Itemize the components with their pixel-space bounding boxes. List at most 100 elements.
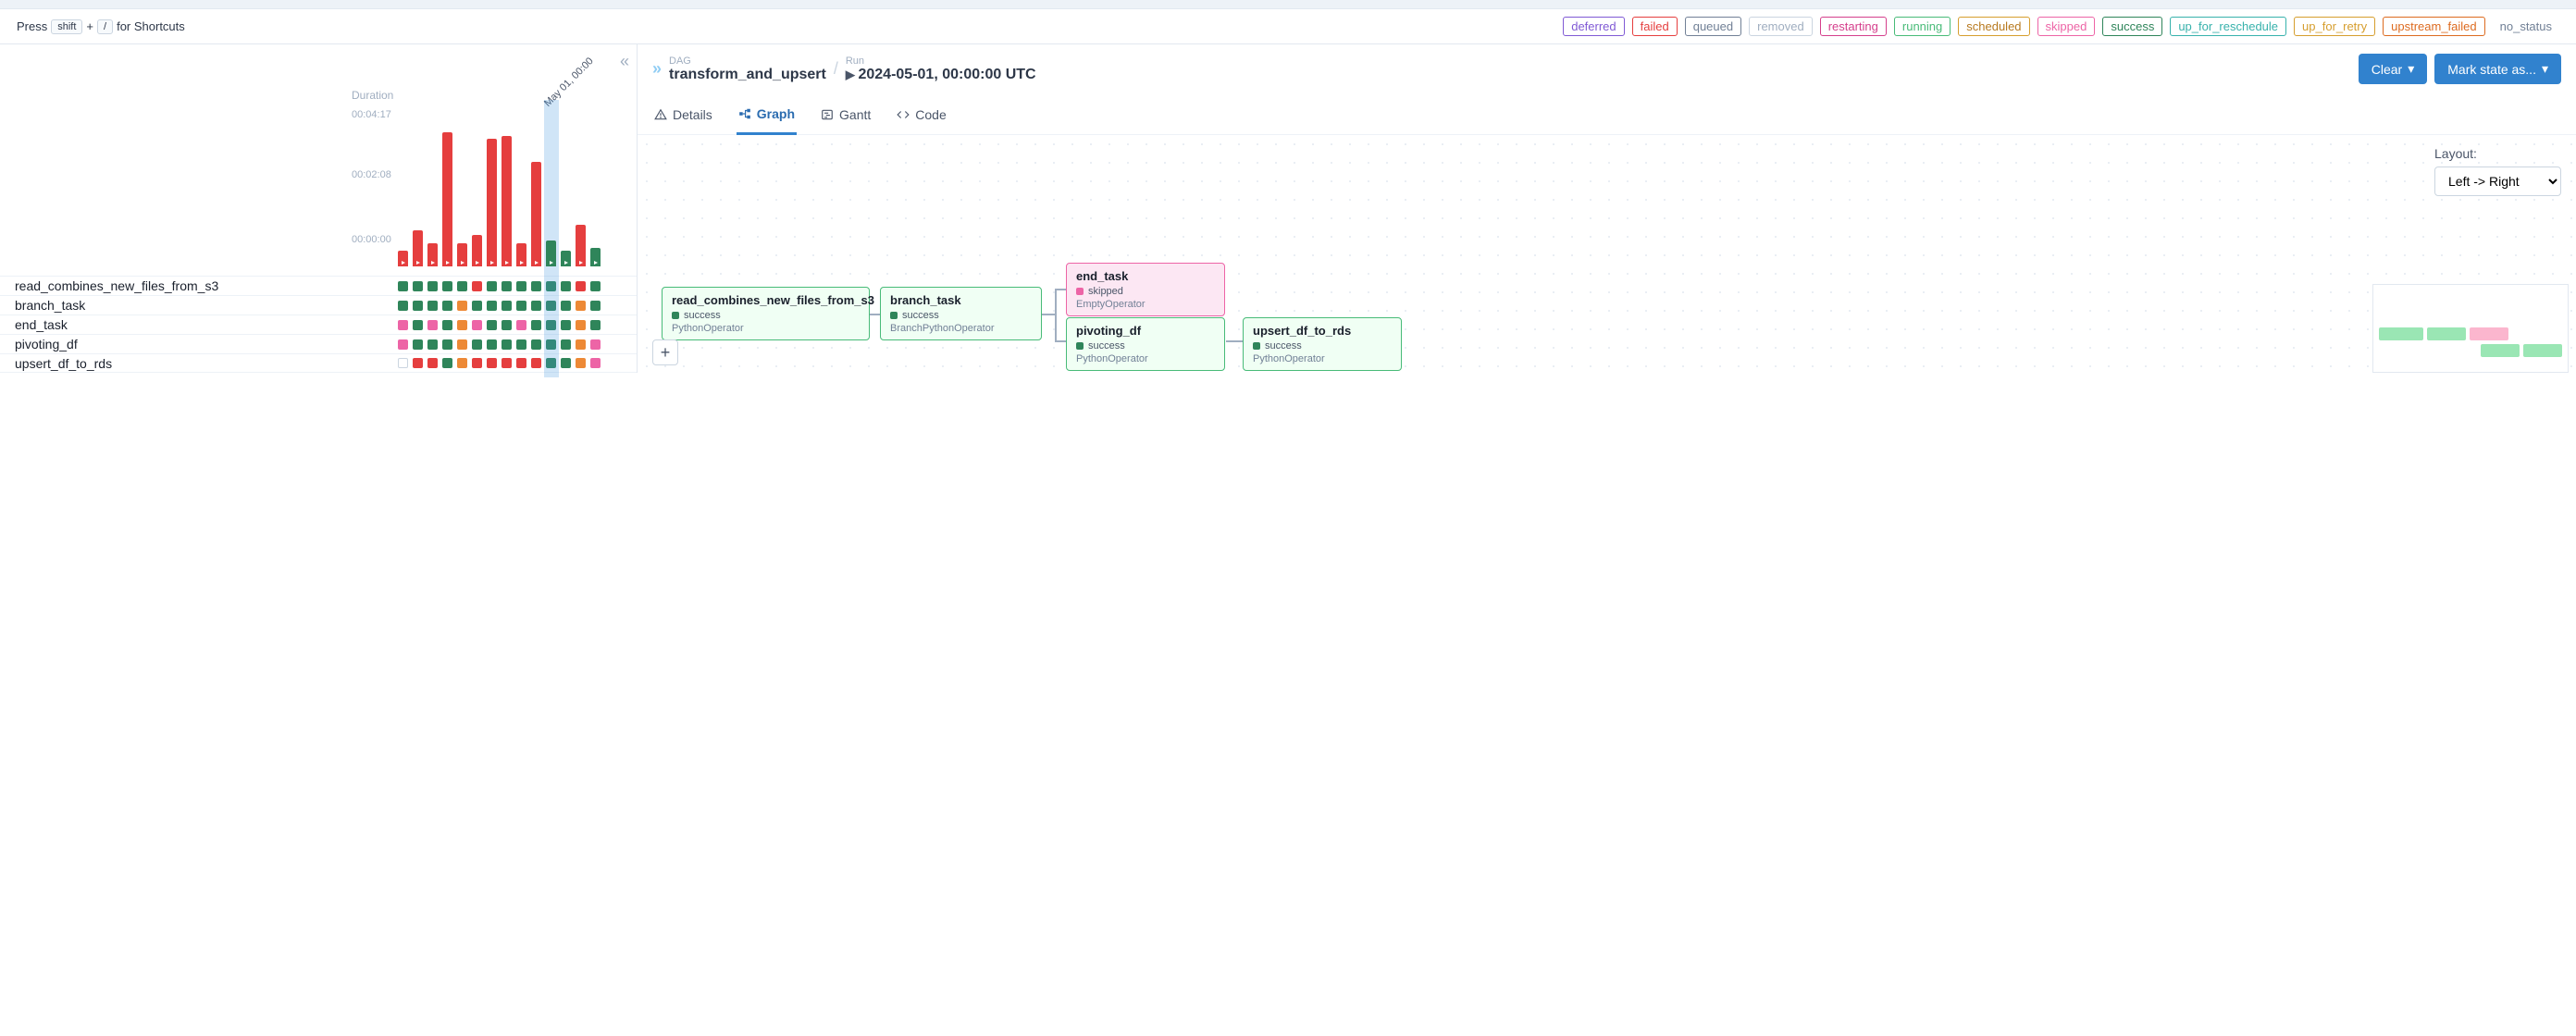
task-cell[interactable] (576, 281, 586, 291)
task-cell[interactable] (531, 358, 541, 368)
task-cell[interactable] (576, 358, 586, 368)
task-cell[interactable] (531, 320, 541, 330)
task-cell[interactable] (413, 301, 423, 311)
run-bar[interactable] (531, 162, 541, 266)
task-cell[interactable] (516, 358, 526, 368)
task-cell[interactable] (398, 301, 408, 311)
legend-failed[interactable]: failed (1632, 17, 1678, 36)
task-cell[interactable] (487, 281, 497, 291)
task-cell[interactable] (590, 320, 601, 330)
task-row[interactable]: end_task (0, 314, 637, 334)
legend-queued[interactable]: queued (1685, 17, 1741, 36)
layout-select[interactable]: Left -> Right (2434, 166, 2561, 196)
task-cell[interactable] (576, 301, 586, 311)
task-cell[interactable] (516, 339, 526, 350)
tab-gantt[interactable]: Gantt (819, 101, 873, 134)
task-row[interactable]: read_combines_new_files_from_s3 (0, 276, 637, 295)
task-cell[interactable] (457, 358, 467, 368)
legend-no_status[interactable]: no_status (2493, 18, 2559, 35)
task-cell[interactable] (502, 339, 512, 350)
task-cell[interactable] (472, 301, 482, 311)
node-upsert[interactable]: upsert_df_to_rds success PythonOperator (1243, 317, 1402, 371)
tab-details[interactable]: Details (652, 101, 714, 134)
minimap[interactable] (2372, 284, 2569, 373)
legend-scheduled[interactable]: scheduled (1958, 17, 2029, 36)
task-cell[interactable] (413, 281, 423, 291)
graph-canvas[interactable]: Layout: Left -> Right read_combines_new_… (638, 135, 2576, 373)
node-pivot[interactable]: pivoting_df success PythonOperator (1066, 317, 1225, 371)
bc-dag-name[interactable]: transform_and_upsert (669, 67, 826, 83)
task-cell[interactable] (442, 339, 452, 350)
task-cell[interactable] (502, 281, 512, 291)
run-bar[interactable] (398, 251, 408, 266)
task-cell[interactable] (502, 320, 512, 330)
task-cell[interactable] (442, 281, 452, 291)
run-bar[interactable] (561, 251, 571, 266)
task-cell[interactable] (502, 301, 512, 311)
run-bar[interactable] (502, 136, 512, 266)
task-cell[interactable] (427, 358, 438, 368)
run-bar[interactable] (576, 225, 586, 266)
task-cell[interactable] (472, 358, 482, 368)
task-cell[interactable] (487, 320, 497, 330)
task-cell[interactable] (442, 358, 452, 368)
task-cell[interactable] (427, 301, 438, 311)
tab-code[interactable]: Code (895, 101, 947, 134)
legend-removed[interactable]: removed (1749, 17, 1813, 36)
legend-restarting[interactable]: restarting (1820, 17, 1887, 36)
node-branch[interactable]: branch_task success BranchPythonOperator (880, 287, 1042, 340)
run-bar[interactable] (442, 132, 452, 266)
task-cell[interactable] (472, 320, 482, 330)
task-cell[interactable] (457, 320, 467, 330)
legend-deferred[interactable]: deferred (1563, 17, 1624, 36)
task-cell[interactable] (487, 339, 497, 350)
node-read[interactable]: read_combines_new_files_from_s3 success … (662, 287, 870, 340)
legend-success[interactable]: success (2102, 17, 2162, 36)
task-cell[interactable] (487, 358, 497, 368)
bc-run-ts[interactable]: 2024-05-01, 00:00:00 UTC (858, 67, 1035, 82)
run-bar[interactable] (457, 243, 467, 266)
task-cell[interactable] (502, 358, 512, 368)
task-cell[interactable] (457, 339, 467, 350)
task-cell[interactable] (561, 339, 571, 350)
task-cell[interactable] (472, 281, 482, 291)
task-cell[interactable] (398, 339, 408, 350)
legend-running[interactable]: running (1894, 17, 1951, 36)
task-cell[interactable] (590, 301, 601, 311)
run-bar[interactable] (516, 243, 526, 266)
node-end[interactable]: end_task skipped EmptyOperator (1066, 263, 1225, 316)
task-cell[interactable] (531, 281, 541, 291)
task-cell[interactable] (472, 339, 482, 350)
task-cell[interactable] (457, 301, 467, 311)
clear-button[interactable]: Clear▾ (2359, 54, 2428, 84)
mark-state-button[interactable]: Mark state as...▾ (2434, 54, 2561, 84)
task-cell[interactable] (561, 301, 571, 311)
task-cell[interactable] (590, 281, 601, 291)
run-bar[interactable] (427, 243, 438, 266)
task-cell[interactable] (516, 281, 526, 291)
task-cell[interactable] (427, 339, 438, 350)
breadcrumb-expand-icon[interactable]: » (652, 59, 662, 79)
task-cell[interactable] (398, 358, 408, 368)
task-cell[interactable] (442, 301, 452, 311)
task-cell[interactable] (457, 281, 467, 291)
task-cell[interactable] (531, 301, 541, 311)
run-bar[interactable] (487, 139, 497, 266)
task-row[interactable]: upsert_df_to_rds (0, 353, 637, 373)
legend-upstream_failed[interactable]: upstream_failed (2383, 17, 2485, 36)
run-bar[interactable] (590, 248, 601, 266)
task-cell[interactable] (516, 320, 526, 330)
task-cell[interactable] (413, 358, 423, 368)
legend-up_for_retry[interactable]: up_for_retry (2294, 17, 2375, 36)
task-cell[interactable] (427, 281, 438, 291)
run-bar[interactable] (413, 230, 423, 266)
task-cell[interactable] (576, 339, 586, 350)
task-cell[interactable] (413, 339, 423, 350)
run-bar[interactable] (472, 235, 482, 266)
task-row[interactable]: pivoting_df (0, 334, 637, 353)
task-cell[interactable] (487, 301, 497, 311)
run-bar[interactable] (546, 240, 556, 266)
task-cell[interactable] (427, 320, 438, 330)
task-cell[interactable] (413, 320, 423, 330)
zoom-in-button[interactable]: + (652, 339, 678, 365)
